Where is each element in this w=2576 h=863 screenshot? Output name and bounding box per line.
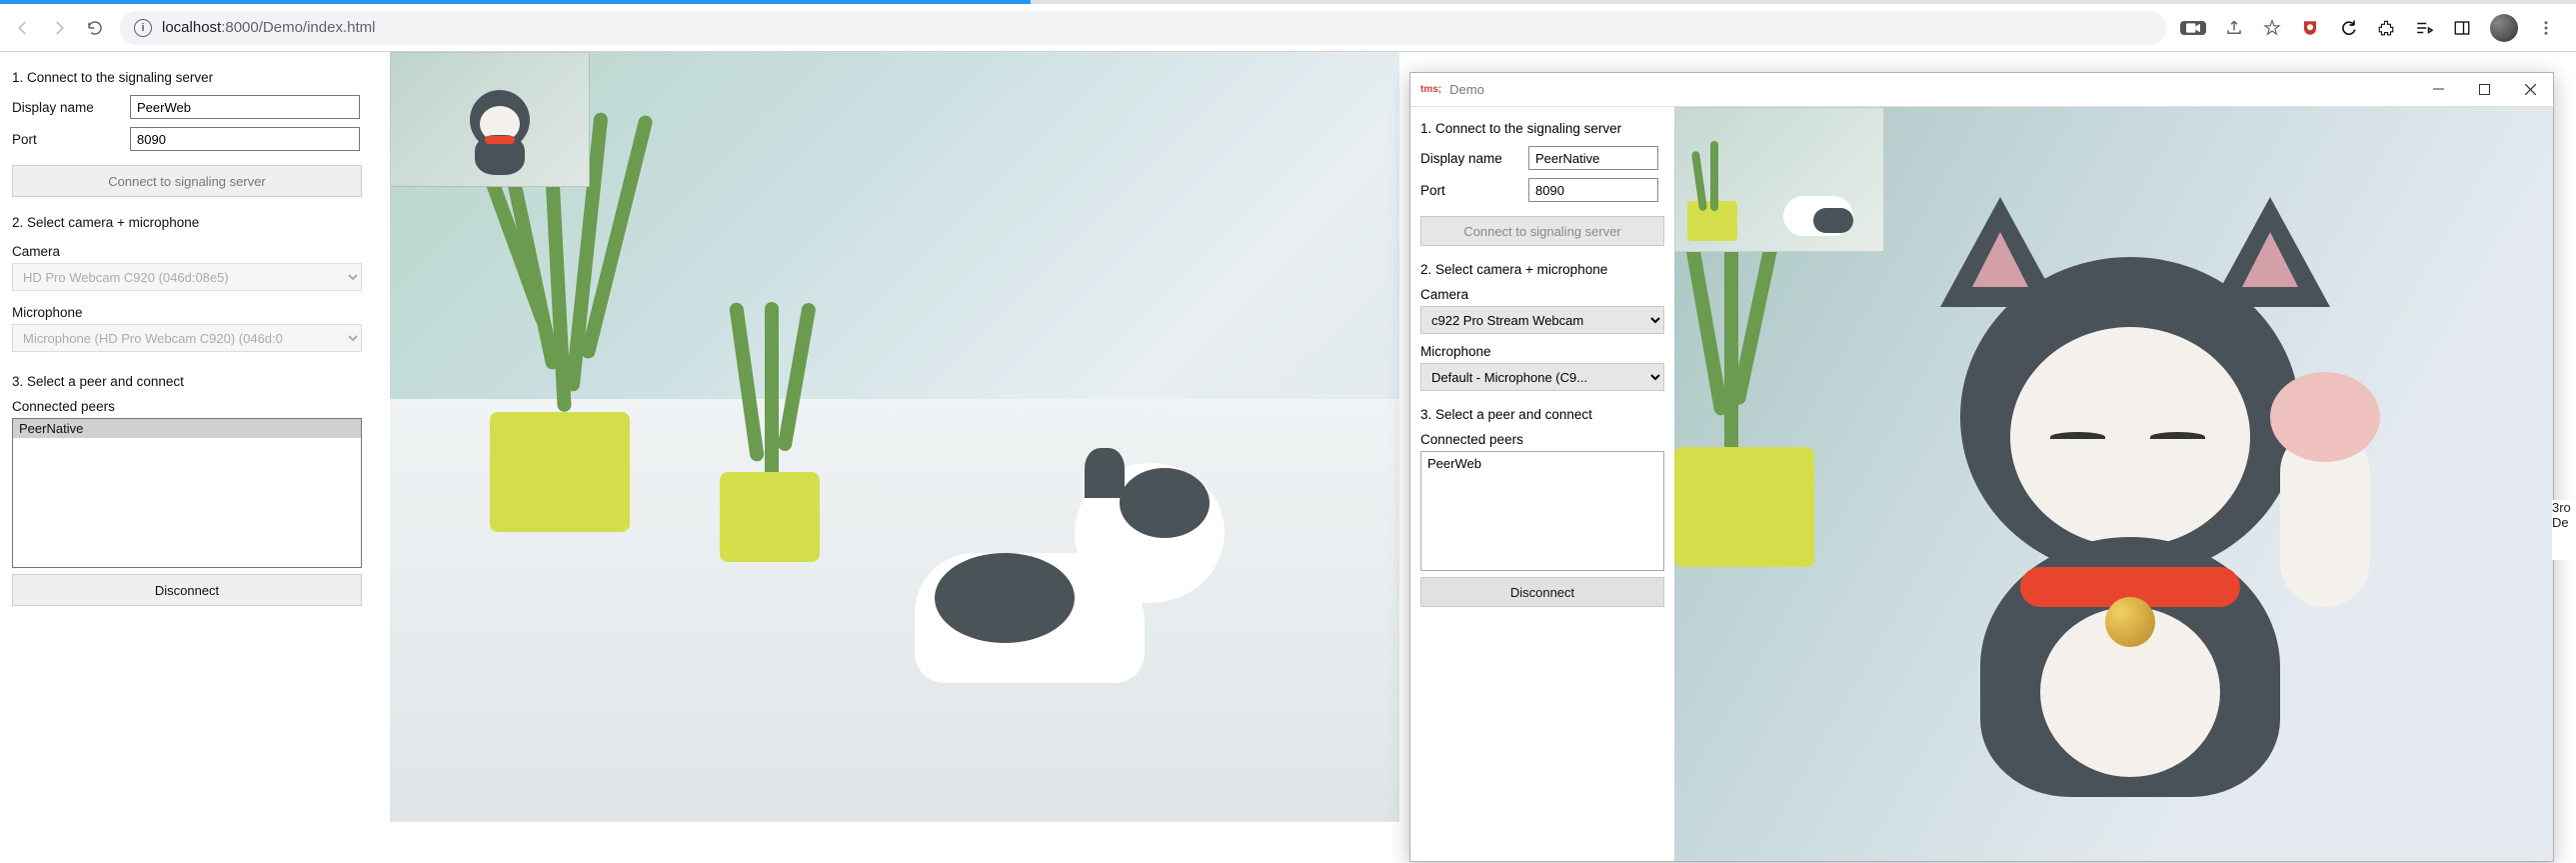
web-mic-select: Microphone (HD Pro Webcam C920) (046d:0 <box>12 324 362 352</box>
forward-button[interactable] <box>48 17 70 39</box>
playlist-icon[interactable] <box>2414 18 2434 38</box>
native-connect-button: Connect to signaling server <box>1420 216 1664 246</box>
native-mic-label: Microphone <box>1420 344 1664 359</box>
native-port-input[interactable] <box>1528 178 1658 202</box>
web-camera-select: HD Pro Webcam C920 (046d:08e5) <box>12 263 362 291</box>
web-displayname-label: Display name <box>12 100 122 115</box>
native-peer-item[interactable]: PeerWeb <box>1421 452 1663 475</box>
web-disconnect-button[interactable]: Disconnect <box>12 574 362 606</box>
url-text: localhost:8000/Demo/index.html <box>162 19 375 36</box>
web-video-cat <box>915 423 1225 683</box>
web-displayname-input[interactable] <box>130 95 360 119</box>
share-icon[interactable] <box>2224 18 2244 38</box>
native-remote-video <box>1674 107 2553 861</box>
profile-avatar[interactable] <box>2490 14 2518 42</box>
extensions-icon[interactable] <box>2376 18 2396 38</box>
web-step2-title: 2. Select camera + microphone <box>12 215 378 230</box>
web-connect-button: Connect to signaling server <box>12 165 362 197</box>
native-mic-select[interactable]: Default - Microphone (C9... <box>1420 363 1664 391</box>
reload-button[interactable] <box>84 17 106 39</box>
native-displayname-label: Display name <box>1420 151 1520 166</box>
address-bar[interactable]: i localhost:8000/Demo/index.html <box>120 11 2166 45</box>
native-window-title: Demo <box>1449 82 1484 97</box>
native-camera-select[interactable]: c922 Pro Stream Webcam <box>1420 306 1664 334</box>
native-demo-window: tms; Demo 1. Connect to the signaling se… <box>1409 72 2554 862</box>
camera-indicator[interactable] <box>2180 21 2206 35</box>
web-mic-label: Microphone <box>12 305 378 320</box>
web-step3-title: 3. Select a peer and connect <box>12 374 378 389</box>
web-port-input[interactable] <box>130 127 360 151</box>
window-close-button[interactable] <box>2507 73 2553 107</box>
right-edge-cut-window: 3ro De <box>2552 500 2576 560</box>
site-info-icon[interactable]: i <box>134 19 152 37</box>
native-camera-label: Camera <box>1420 287 1664 302</box>
window-minimize-button[interactable] <box>2415 73 2461 107</box>
native-disconnect-button[interactable]: Disconnect <box>1420 577 1664 607</box>
sync-icon[interactable] <box>2338 18 2358 38</box>
native-local-video-pip <box>1674 107 1884 252</box>
web-peer-item[interactable]: PeerNative <box>13 419 361 438</box>
bookmark-star-icon[interactable] <box>2262 18 2282 38</box>
native-displayname-input[interactable] <box>1528 146 1658 170</box>
web-peers-label: Connected peers <box>12 399 378 414</box>
menu-dots-icon[interactable] <box>2536 18 2556 38</box>
browser-right-icons <box>2180 14 2564 42</box>
web-step1-title: 1. Connect to the signaling server <box>12 70 378 85</box>
native-peers-label: Connected peers <box>1420 432 1664 447</box>
native-port-label: Port <box>1420 183 1520 198</box>
web-camera-label: Camera <box>12 244 378 259</box>
tms-logo: tms; <box>1420 84 1441 95</box>
web-remote-video <box>390 52 1399 822</box>
native-step3-title: 3. Select a peer and connect <box>1420 407 1664 422</box>
native-control-panel: 1. Connect to the signaling server Displ… <box>1410 107 1674 861</box>
native-step1-title: 1. Connect to the signaling server <box>1420 121 1664 136</box>
browser-toolbar: i localhost:8000/Demo/index.html <box>0 4 2576 52</box>
ublock-icon[interactable] <box>2300 18 2320 38</box>
native-step2-title: 2. Select camera + microphone <box>1420 262 1664 277</box>
native-video-cat <box>1920 197 2350 797</box>
web-peers-list[interactable]: PeerNative <box>12 418 362 568</box>
native-peers-list[interactable]: PeerWeb <box>1420 451 1664 571</box>
web-port-label: Port <box>12 132 122 147</box>
panel-icon[interactable] <box>2452 18 2472 38</box>
window-maximize-button[interactable] <box>2461 73 2507 107</box>
web-local-video-pip <box>390 52 590 187</box>
web-control-panel: 1. Connect to the signaling server Displ… <box>0 52 390 863</box>
native-titlebar[interactable]: tms; Demo <box>1410 73 2553 107</box>
back-button[interactable] <box>12 17 34 39</box>
